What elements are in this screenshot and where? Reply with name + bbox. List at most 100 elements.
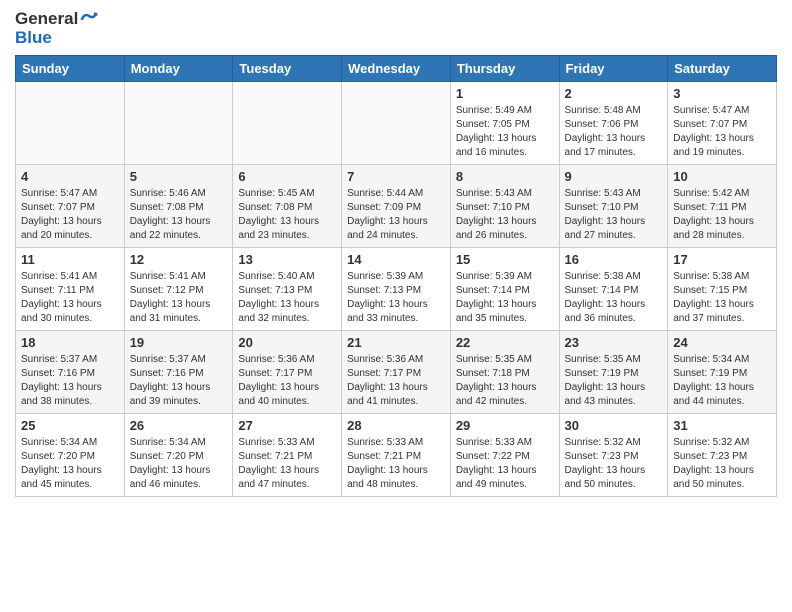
day-info: Sunrise: 5:33 AM Sunset: 7:21 PM Dayligh… (238, 436, 336, 492)
calendar-cell: 21Sunrise: 5:36 AM Sunset: 7:17 PM Dayli… (342, 331, 451, 414)
day-info: Sunrise: 5:38 AM Sunset: 7:15 PM Dayligh… (673, 270, 771, 326)
day-number: 22 (456, 335, 554, 350)
calendar-cell: 22 Sunrise: 5:35 AM Sunset: 7:18 PM Dayli… (450, 331, 559, 414)
day-number: 2 (565, 86, 663, 101)
day-number: 9 (565, 169, 663, 184)
day-number: 28 (347, 418, 445, 433)
day-number: 31 (673, 418, 771, 433)
col-header-wednesday: Wednesday (342, 56, 451, 82)
day-info: Sunrise: 5:32 AM Sunset: 7:23 PM Dayligh… (565, 436, 663, 492)
calendar-cell: 20 Sunrise: 5:36 AM Sunset: 7:17 PM Dayli… (233, 331, 342, 414)
day-info: Sunrise: 5:34 AM Sunset: 7:19 PM Dayligh… (673, 353, 771, 409)
calendar-cell: 5Sunrise: 5:46 AM Sunset: 7:08 PM Daylig… (124, 165, 233, 248)
day-number: 21 (347, 335, 445, 350)
day-number: 23 (565, 335, 663, 350)
col-header-tuesday: Tuesday (233, 56, 342, 82)
day-info: Sunrise: 5:42 AM Sunset: 7:11 PM Dayligh… (673, 187, 771, 243)
logo-general: General (15, 10, 78, 29)
calendar-week-row: 18 Sunrise: 5:37 AM Sunset: 7:16 PM Dayli… (16, 331, 777, 414)
calendar-cell: 16 Sunrise: 5:38 AM Sunset: 7:14 PM Dayli… (559, 248, 668, 331)
day-number: 7 (347, 169, 445, 184)
day-info: Sunrise: 5:48 AM Sunset: 7:06 PM Dayligh… (565, 104, 663, 160)
day-info: Sunrise: 5:41 AM Sunset: 7:12 PM Dayligh… (130, 270, 228, 326)
header: General Blue (15, 10, 777, 47)
calendar-header-row: SundayMondayTuesdayWednesdayThursdayFrid… (16, 56, 777, 82)
logo-text: General Blue (15, 10, 98, 47)
day-info: Sunrise: 5:45 AM Sunset: 7:08 PM Dayligh… (238, 187, 336, 243)
day-info: Sunrise: 5:39 AM Sunset: 7:13 PM Dayligh… (347, 270, 445, 326)
calendar-cell: 6Sunrise: 5:45 AM Sunset: 7:08 PM Daylig… (233, 165, 342, 248)
day-number: 18 (21, 335, 119, 350)
day-info: Sunrise: 5:44 AM Sunset: 7:09 PM Dayligh… (347, 187, 445, 243)
day-number: 8 (456, 169, 554, 184)
calendar-cell: 30Sunrise: 5:32 AM Sunset: 7:23 PM Dayli… (559, 414, 668, 497)
day-number: 16 (565, 252, 663, 267)
day-number: 4 (21, 169, 119, 184)
calendar-cell: 31Sunrise: 5:32 AM Sunset: 7:23 PM Dayli… (668, 414, 777, 497)
day-info: Sunrise: 5:47 AM Sunset: 7:07 PM Dayligh… (21, 187, 119, 243)
day-info: Sunrise: 5:40 AM Sunset: 7:13 PM Dayligh… (238, 270, 336, 326)
calendar-cell: 25 Sunrise: 5:34 AM Sunset: 7:20 PM Dayli… (16, 414, 125, 497)
calendar-cell: 19 Sunrise: 5:37 AM Sunset: 7:16 PM Dayli… (124, 331, 233, 414)
calendar-week-row: 25 Sunrise: 5:34 AM Sunset: 7:20 PM Dayli… (16, 414, 777, 497)
day-number: 5 (130, 169, 228, 184)
day-number: 11 (21, 252, 119, 267)
calendar-cell: 28Sunrise: 5:33 AM Sunset: 7:21 PM Dayli… (342, 414, 451, 497)
calendar-cell (16, 82, 125, 165)
calendar-cell: 18Sunrise: 5:37 AM Sunset: 7:16 PM Dayli… (16, 331, 125, 414)
day-number: 13 (238, 252, 336, 267)
day-number: 1 (456, 86, 554, 101)
day-info: Sunrise: 5:35 AM Sunset: 7:18 PM Dayligh… (456, 353, 554, 409)
calendar-cell: 14 Sunrise: 5:39 AM Sunset: 7:13 PM Dayli… (342, 248, 451, 331)
calendar-cell: 26 Sunrise: 5:34 AM Sunset: 7:20 PM Dayli… (124, 414, 233, 497)
calendar-cell: 13 Sunrise: 5:40 AM Sunset: 7:13 PM Dayli… (233, 248, 342, 331)
logo-blue: Blue (15, 29, 98, 48)
calendar-cell: 15 Sunrise: 5:39 AM Sunset: 7:14 PM Dayli… (450, 248, 559, 331)
page: General Blue SundayMondayTuesdayWednesda… (0, 0, 792, 512)
day-number: 3 (673, 86, 771, 101)
calendar-cell: 29Sunrise: 5:33 AM Sunset: 7:22 PM Dayli… (450, 414, 559, 497)
day-info: Sunrise: 5:35 AM Sunset: 7:19 PM Dayligh… (565, 353, 663, 409)
calendar-cell: 24 Sunrise: 5:34 AM Sunset: 7:19 PM Dayli… (668, 331, 777, 414)
day-number: 17 (673, 252, 771, 267)
day-number: 27 (238, 418, 336, 433)
day-number: 19 (130, 335, 228, 350)
day-number: 20 (238, 335, 336, 350)
day-info: Sunrise: 5:36 AM Sunset: 7:17 PM Dayligh… (238, 353, 336, 409)
day-info: Sunrise: 5:34 AM Sunset: 7:20 PM Dayligh… (21, 436, 119, 492)
day-info: Sunrise: 5:49 AM Sunset: 7:05 PM Dayligh… (456, 104, 554, 160)
calendar-week-row: 1 Sunrise: 5:49 AM Sunset: 7:05 PM Daylig… (16, 82, 777, 165)
calendar-cell: 4 Sunrise: 5:47 AM Sunset: 7:07 PM Daylig… (16, 165, 125, 248)
calendar-cell (233, 82, 342, 165)
calendar-week-row: 11 Sunrise: 5:41 AM Sunset: 7:11 PM Dayli… (16, 248, 777, 331)
calendar-cell: 12 Sunrise: 5:41 AM Sunset: 7:12 PM Dayli… (124, 248, 233, 331)
col-header-sunday: Sunday (16, 56, 125, 82)
day-number: 25 (21, 418, 119, 433)
day-info: Sunrise: 5:47 AM Sunset: 7:07 PM Dayligh… (673, 104, 771, 160)
calendar-cell: 1 Sunrise: 5:49 AM Sunset: 7:05 PM Daylig… (450, 82, 559, 165)
day-info: Sunrise: 5:39 AM Sunset: 7:14 PM Dayligh… (456, 270, 554, 326)
day-info: Sunrise: 5:43 AM Sunset: 7:10 PM Dayligh… (565, 187, 663, 243)
calendar-cell: 9 Sunrise: 5:43 AM Sunset: 7:10 PM Daylig… (559, 165, 668, 248)
day-number: 14 (347, 252, 445, 267)
day-info: Sunrise: 5:43 AM Sunset: 7:10 PM Dayligh… (456, 187, 554, 243)
day-number: 12 (130, 252, 228, 267)
calendar-cell: 2 Sunrise: 5:48 AM Sunset: 7:06 PM Daylig… (559, 82, 668, 165)
day-info: Sunrise: 5:34 AM Sunset: 7:20 PM Dayligh… (130, 436, 228, 492)
calendar-table: SundayMondayTuesdayWednesdayThursdayFrid… (15, 55, 777, 497)
col-header-thursday: Thursday (450, 56, 559, 82)
calendar-cell: 7 Sunrise: 5:44 AM Sunset: 7:09 PM Daylig… (342, 165, 451, 248)
calendar-cell: 3 Sunrise: 5:47 AM Sunset: 7:07 PM Daylig… (668, 82, 777, 165)
calendar-cell: 23 Sunrise: 5:35 AM Sunset: 7:19 PM Dayli… (559, 331, 668, 414)
calendar-cell: 17 Sunrise: 5:38 AM Sunset: 7:15 PM Dayli… (668, 248, 777, 331)
calendar-cell: 8 Sunrise: 5:43 AM Sunset: 7:10 PM Daylig… (450, 165, 559, 248)
day-info: Sunrise: 5:37 AM Sunset: 7:16 PM Dayligh… (130, 353, 228, 409)
day-number: 24 (673, 335, 771, 350)
day-info: Sunrise: 5:38 AM Sunset: 7:14 PM Dayligh… (565, 270, 663, 326)
calendar-cell: 10 Sunrise: 5:42 AM Sunset: 7:11 PM Dayli… (668, 165, 777, 248)
day-number: 15 (456, 252, 554, 267)
col-header-monday: Monday (124, 56, 233, 82)
day-number: 26 (130, 418, 228, 433)
day-number: 10 (673, 169, 771, 184)
day-info: Sunrise: 5:41 AM Sunset: 7:11 PM Dayligh… (21, 270, 119, 326)
